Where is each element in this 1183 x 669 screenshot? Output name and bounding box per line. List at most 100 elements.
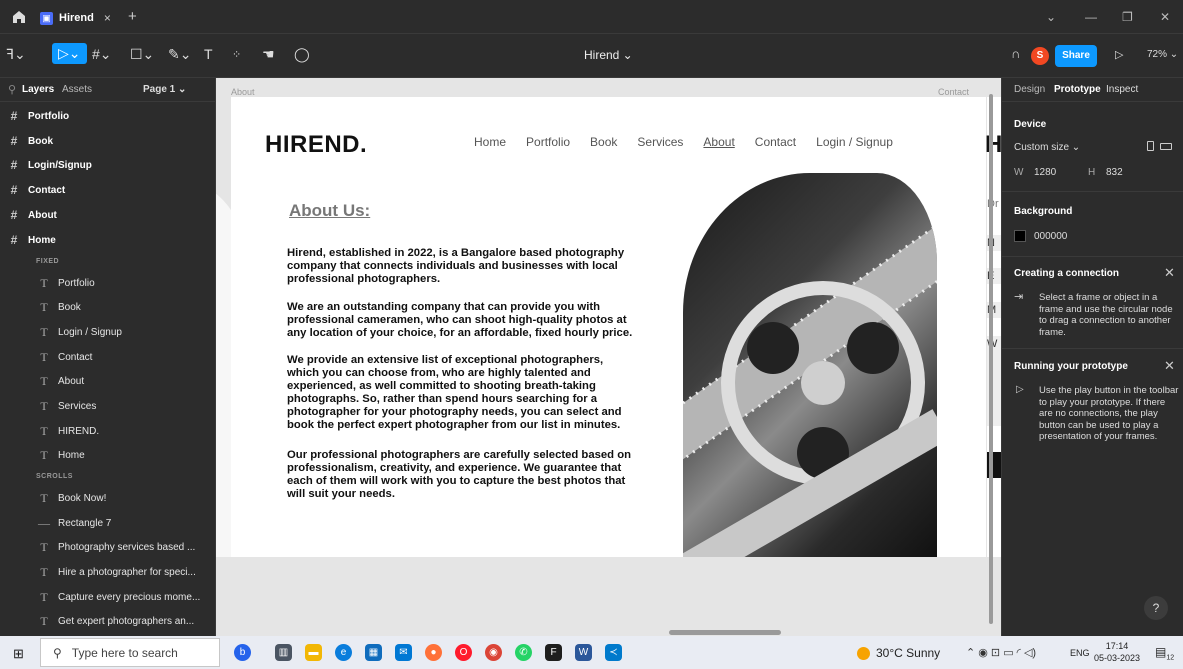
canvas-horizontal-scrollbar[interactable] [669,630,781,635]
layer-rectangle[interactable]: — Rectangle 7 [0,511,215,535]
close-icon[interactable]: ✕ [1164,358,1175,374]
background-swatch[interactable] [1014,230,1026,242]
file-title[interactable]: Hirend ⌄ [584,48,633,62]
bing-icon[interactable]: b [234,644,251,661]
layer-frame[interactable]: # Portfolio [0,104,215,128]
frame-icon: # [10,109,18,123]
layer-text[interactable]: T Get expert photographers an... [0,609,215,633]
background-value[interactable]: 000000 [1034,231,1067,242]
file-tab[interactable]: ▣ Hirend × [40,7,120,29]
layer-text[interactable]: T Portfolio [0,271,215,295]
frame-label-contact[interactable]: Contact [938,87,969,97]
firefox-icon[interactable]: ● [425,644,442,661]
layers-panel: ⚲ Layers Assets Page 1 ⌄ # Portfolio # Boo… [0,78,216,636]
layer-text[interactable]: T Book [0,295,215,319]
file-explorer-icon[interactable]: ▬ [305,644,322,661]
store-icon[interactable]: ▦ [365,644,382,661]
tab-assets[interactable]: Assets [62,84,92,95]
portrait-icon[interactable] [1147,141,1154,151]
new-tab-button[interactable]: + [128,8,137,25]
present-play-icon[interactable]: ▷ [1115,48,1123,61]
close-window-button[interactable]: ✕ [1160,10,1170,24]
layer-frame[interactable]: # Contact [0,178,215,202]
shape-tool-icon[interactable]: ☐⌄ [130,46,154,63]
taskbar-search[interactable]: ⚲ Type here to search [40,638,220,667]
move-tool-icon[interactable]: ▷⌄ [52,43,87,64]
comment-tool-icon[interactable]: ◯ [294,46,310,63]
layer-text[interactable]: T Contact [0,345,215,369]
home-icon[interactable] [12,10,26,24]
headphones-icon[interactable]: ∩ [1011,46,1020,61]
layer-frame[interactable]: # Login/Signup [0,153,215,177]
landscape-icon[interactable] [1160,143,1172,150]
tab-prototype[interactable]: Prototype [1054,84,1101,95]
vscode-icon[interactable]: ≺ [605,644,622,661]
zoom-level[interactable]: 72% ⌄ [1147,49,1178,60]
main-menu-icon[interactable]: ꟻ⌄ [6,46,26,63]
layer-text[interactable]: T HIREND. [0,419,215,443]
mail-icon[interactable]: ✉ [395,644,412,661]
page-selector[interactable]: Page 1 ⌄ [143,84,186,95]
share-button[interactable]: Share [1055,45,1097,67]
nav-book[interactable]: Book [590,135,617,149]
edge-icon[interactable]: e [335,644,352,661]
layer-text[interactable]: T About [0,369,215,393]
nav-login-signup[interactable]: Login / Signup [816,135,893,149]
weather-widget[interactable]: 30°C Sunny [857,646,940,660]
tab-layers[interactable]: Layers [22,84,54,95]
rectangle-layer-icon: — [38,515,50,530]
chevron-down-icon[interactable]: ⌄ [1046,10,1056,24]
nav-about[interactable]: About [703,135,734,149]
notification-icon[interactable]: ▤12 [1155,645,1174,661]
nav-services[interactable]: Services [637,135,683,149]
layer-text[interactable]: T Photography services based ... [0,535,215,559]
minimize-button[interactable]: — [1085,10,1097,24]
windows-start-icon[interactable]: ⊞ [13,646,24,662]
about-frame[interactable]: HIREND. Home Portfolio Book Services Abo… [231,97,986,557]
system-tray-icons[interactable]: ⌃ ◉ ⊡ ▭ ◜ ◁) [966,646,1036,659]
chrome-icon[interactable]: ◉ [485,644,502,661]
layer-frame[interactable]: # Home [0,228,215,252]
nav-contact[interactable]: Contact [755,135,796,149]
help-button[interactable]: ? [1144,596,1168,620]
width-value[interactable]: 1280 [1034,167,1056,178]
layer-text[interactable]: T Home [0,443,215,467]
figma-icon[interactable]: F [545,644,562,661]
design-canvas[interactable]: About Contact HIREND. Home Portfolio Boo… [216,78,1001,636]
frame-icon: # [10,208,18,222]
about-paragraph: We are an outstanding company that can p… [287,301,633,339]
tab-inspect[interactable]: Inspect [1106,84,1138,95]
nav-home[interactable]: Home [474,135,506,149]
avatar[interactable]: S [1031,47,1049,65]
frame-tool-icon[interactable]: #⌄ [92,46,112,63]
close-icon[interactable]: ✕ [1164,265,1175,281]
layer-text[interactable]: T Book Now! [0,486,215,510]
hand-tool-icon[interactable]: ☚ [262,46,275,63]
canvas-vertical-scrollbar[interactable] [989,94,993,624]
layer-text[interactable]: T Login / Signup [0,320,215,344]
tab-design[interactable]: Design [1014,84,1045,95]
word-icon[interactable]: W [575,644,592,661]
language-indicator[interactable]: ENG [1070,648,1090,658]
layer-text[interactable]: T Capture every precious mome... [0,585,215,609]
layer-frame[interactable]: # Book [0,129,215,153]
layer-frame[interactable]: # About [0,203,215,227]
frame-label-about[interactable]: About [231,87,255,97]
layer-text[interactable]: T Hire a photographer for speci... [0,560,215,584]
text-layer-icon: T [40,324,48,339]
search-icon[interactable]: ⚲ [8,83,16,96]
height-value[interactable]: 832 [1106,167,1123,178]
device-select[interactable]: Custom size ⌄ [1014,142,1080,153]
pen-tool-icon[interactable]: ✎⌄ [168,46,191,63]
text-tool-icon[interactable]: T [204,46,213,62]
resources-icon[interactable]: ⁘ [232,48,241,61]
opera-icon[interactable]: O [455,644,472,661]
whatsapp-icon[interactable]: ✆ [515,644,532,661]
clock-date: 05-03-2023 [1094,653,1141,663]
clock[interactable]: 17:14 05-03-2023 [1094,640,1140,664]
nav-portfolio[interactable]: Portfolio [526,135,570,149]
restore-button[interactable]: ❐ [1122,10,1133,24]
layer-text[interactable]: T Services [0,394,215,418]
task-view-icon[interactable]: ▥ [275,644,292,661]
tab-close-icon[interactable]: × [104,11,111,25]
